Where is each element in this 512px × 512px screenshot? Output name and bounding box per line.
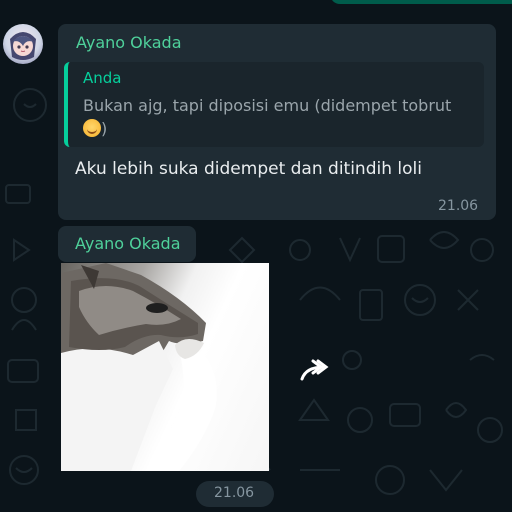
- sender-name[interactable]: Ayano Okada: [75, 234, 181, 253]
- quoted-author: Anda: [83, 69, 122, 87]
- sender-avatar[interactable]: [3, 24, 43, 64]
- sender-name[interactable]: Ayano Okada: [76, 33, 182, 52]
- cat-illustration-icon: [61, 263, 217, 471]
- cat-thinking-image[interactable]: [61, 263, 269, 471]
- quoted-reply[interactable]: Anda Bukan ajg, tapi diposisi emu (didem…: [64, 62, 484, 147]
- forward-share-icon[interactable]: [298, 357, 332, 385]
- message-text: Aku lebih suka didempet dan ditindih lol…: [75, 159, 422, 179]
- image-time-chip: 21.06: [196, 481, 274, 507]
- image-time: 21.06: [214, 485, 255, 501]
- previous-message-bubble-edge: [330, 0, 512, 4]
- anime-avatar-icon: [10, 32, 36, 60]
- quoted-message-text: Bukan ajg, tapi diposisi emu (didempet t…: [83, 96, 452, 138]
- smiling-face-icon: [83, 119, 101, 137]
- message-time: 21.06: [438, 198, 479, 214]
